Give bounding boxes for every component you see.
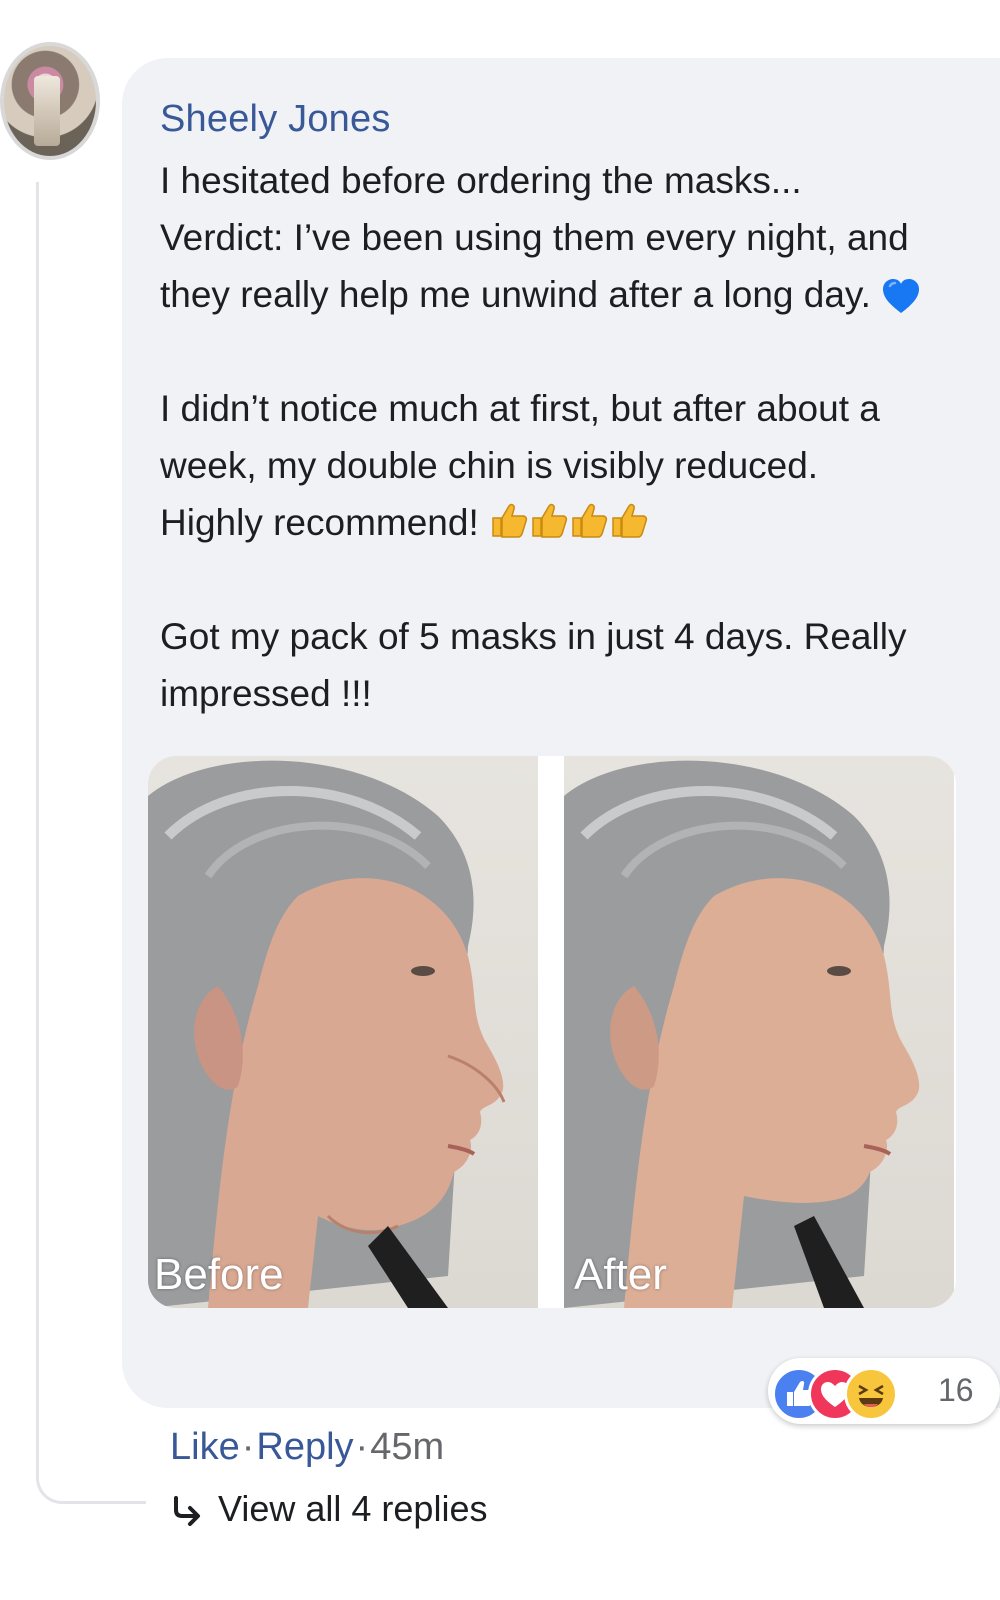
- comment-thread: Sheely Jones I hesitated before ordering…: [0, 0, 1000, 1600]
- before-photo: Before: [148, 756, 538, 1308]
- comment-paragraph: I hesitated before ordering the masks...…: [160, 152, 1000, 323]
- comment-line: I didn’t notice much at first, but after…: [160, 388, 880, 429]
- thumbs-up-icon: [532, 503, 568, 538]
- reply-arrow-icon: [174, 1496, 200, 1527]
- comment-timestamp[interactable]: 45m: [370, 1426, 444, 1468]
- like-button[interactable]: Like: [170, 1426, 240, 1468]
- thumbs-up-icon: [572, 503, 608, 538]
- comment-line: Got my pack of 5 masks in just 4 days. R…: [160, 616, 907, 657]
- author-name[interactable]: Sheely Jones: [160, 98, 391, 141]
- comment-paragraph: Got my pack of 5 masks in just 4 days. R…: [160, 608, 1000, 722]
- view-replies-label: View all 4 replies: [218, 1488, 488, 1529]
- profile-portrait: [564, 760, 920, 1308]
- photo-label: After: [574, 1250, 667, 1299]
- attached-photo[interactable]: Before After: [148, 756, 956, 1308]
- comment-line: Verdict: I’ve been using them every nigh…: [160, 217, 909, 258]
- comment-line: they really help me unwind after a long …: [160, 274, 871, 315]
- comment-line: impressed !!!: [160, 673, 372, 714]
- profile-portrait: [148, 760, 506, 1308]
- reaction-summary[interactable]: 16: [768, 1358, 1000, 1424]
- reply-button[interactable]: Reply: [256, 1426, 353, 1468]
- thumbs-up-emojis: [489, 497, 649, 554]
- blue-heart-icon: [883, 279, 920, 314]
- comment-line: week, my double chin is visibly reduced.: [160, 445, 819, 486]
- avatar-photo: [34, 76, 60, 146]
- comment-line: I hesitated before ordering the masks...: [160, 160, 802, 201]
- avatar[interactable]: [0, 42, 100, 160]
- haha-icon: [844, 1367, 898, 1421]
- thumbs-up-icon: [492, 503, 528, 538]
- separator-dot: ·: [241, 1426, 255, 1468]
- separator-dot: ·: [355, 1426, 369, 1468]
- view-replies-link[interactable]: View all 4 replies: [170, 1488, 487, 1530]
- comment-paragraph: I didn’t notice much at first, but after…: [160, 380, 1000, 554]
- thumbs-up-icon: [612, 503, 648, 538]
- photo-label: Before: [154, 1250, 284, 1299]
- comment-actions: Like·Reply·45m: [170, 1426, 444, 1469]
- comment-line: Highly recommend!: [160, 502, 479, 543]
- after-photo: After: [564, 756, 954, 1308]
- reaction-count: 16: [938, 1372, 974, 1408]
